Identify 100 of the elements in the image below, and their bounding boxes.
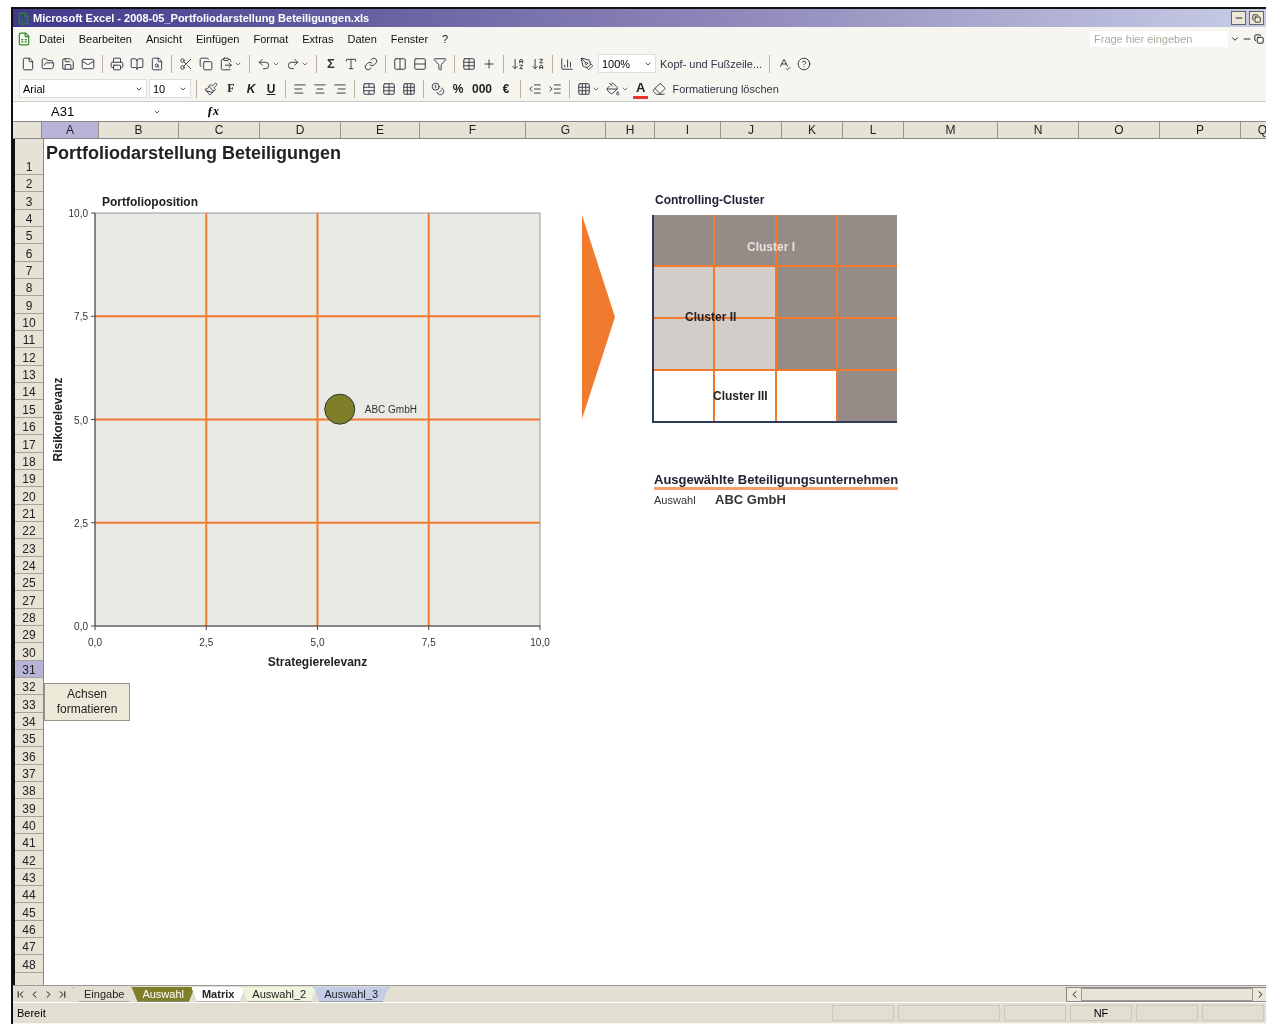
row-header[interactable]: 37 (15, 764, 43, 783)
row-header[interactable]: 13 (15, 365, 43, 384)
row-header[interactable]: 46 (15, 920, 43, 939)
menu-item[interactable]: Bearbeiten (72, 31, 138, 47)
row-header[interactable]: 18 (15, 452, 43, 470)
row-header[interactable]: 21 (15, 504, 43, 522)
row-header[interactable]: 40 (15, 816, 43, 835)
help-search-field[interactable]: Frage hier eingeben (1090, 31, 1228, 47)
menu-item[interactable]: ? (436, 31, 455, 47)
column-header[interactable]: M (904, 122, 998, 138)
menu-item[interactable]: Datei (33, 31, 71, 47)
row-header[interactable]: 3 (15, 192, 43, 210)
thousands-button[interactable]: 000 (469, 78, 496, 99)
row-header[interactable]: 5 (15, 227, 43, 245)
sheet-tab[interactable]: Auswahl_2 (241, 986, 318, 1002)
sheet-tab[interactable]: Auswahl_3 (313, 986, 389, 1002)
row-header[interactable]: 38 (15, 782, 43, 800)
row-header[interactable]: 22 (15, 521, 43, 540)
function-button[interactable]: ƒx (207, 104, 219, 119)
column-header[interactable]: Q (1241, 122, 1266, 138)
workbook-icon[interactable] (17, 32, 31, 46)
column-header[interactable]: P (1160, 122, 1241, 138)
row-header[interactable]: 20 (15, 487, 43, 505)
zoom-field[interactable]: 100% (598, 54, 656, 73)
row-header[interactable]: 9 (15, 296, 43, 314)
row-header[interactable]: 36 (15, 747, 43, 765)
column-header[interactable]: D (260, 122, 341, 138)
bold-button[interactable]: F (222, 78, 240, 99)
column-header[interactable]: G (526, 122, 606, 138)
row-header[interactable]: 42 (15, 851, 43, 869)
euro-button[interactable]: € (497, 78, 516, 99)
font-color-button[interactable]: A (633, 78, 649, 99)
row-header[interactable]: 24 (15, 556, 43, 574)
row-header[interactable]: 48 (15, 955, 43, 973)
menu-item[interactable]: Format (247, 31, 295, 47)
menu-item[interactable]: Ansicht (139, 31, 188, 47)
restore-button[interactable] (1249, 11, 1264, 25)
row-header[interactable]: 25 (15, 573, 43, 592)
header-footer-button[interactable]: Kopf- und Fußzeile... (658, 53, 765, 74)
row-header[interactable]: 28 (15, 608, 43, 626)
row-header[interactable]: 47 (15, 938, 43, 956)
row-header[interactable]: 6 (15, 244, 43, 262)
menu-item[interactable]: Fenster (384, 31, 435, 47)
row-header[interactable]: 43 (15, 868, 43, 887)
row-header[interactable]: 7 (15, 261, 43, 280)
row-header[interactable]: 41 (15, 834, 43, 852)
row-header[interactable]: 33 (15, 695, 43, 713)
row-header[interactable]: 45 (15, 903, 43, 921)
column-header[interactable]: O (1079, 122, 1160, 138)
column-header[interactable]: B (99, 122, 179, 138)
row-header[interactable]: 15 (15, 400, 43, 418)
row-header[interactable]: 8 (15, 279, 43, 297)
row-header[interactable]: 2 (15, 175, 43, 193)
column-header[interactable]: K (782, 122, 843, 138)
row-header[interactable]: 11 (15, 331, 43, 349)
row-header[interactable]: 23 (15, 539, 43, 557)
sheet-tab[interactable]: Matrix (190, 986, 246, 1002)
row-header[interactable]: 19 (15, 469, 43, 488)
row-header[interactable]: 27 (15, 591, 43, 609)
font-size-field[interactable]: 10 (149, 79, 191, 98)
row-header[interactable]: 35 (15, 730, 43, 748)
column-header[interactable]: E (341, 122, 420, 138)
menu-item[interactable]: Daten (341, 31, 383, 47)
row-header[interactable]: 14 (15, 383, 43, 401)
tick-label: 10,0 (530, 637, 550, 648)
italic-button[interactable]: K (242, 78, 260, 99)
row-header[interactable]: 12 (15, 348, 43, 366)
menu-item[interactable]: Extras (296, 31, 340, 47)
column-header[interactable]: F (420, 122, 526, 138)
column-header[interactable]: L (843, 122, 904, 138)
column-header[interactable]: A (42, 122, 99, 138)
caret-icon[interactable] (1230, 34, 1240, 44)
row-header[interactable]: 34 (15, 712, 43, 730)
minimize-button[interactable] (1231, 11, 1246, 25)
row-header[interactable]: 29 (15, 625, 43, 644)
row-header[interactable]: 44 (15, 886, 43, 904)
row-header[interactable]: 10 (15, 313, 43, 332)
format-axes-button[interactable]: Achsen formatieren (44, 683, 130, 721)
row-header[interactable]: 32 (15, 677, 43, 696)
row-header[interactable]: 30 (15, 643, 43, 661)
row-header[interactable]: 4 (15, 209, 43, 228)
column-header[interactable]: I (655, 122, 721, 138)
row-header[interactable]: 39 (15, 799, 43, 817)
column-header[interactable]: H (606, 122, 655, 138)
column-header[interactable]: J (721, 122, 782, 138)
sheet-tab[interactable]: Auswahl (131, 986, 195, 1002)
clear-format-button[interactable]: Formatierung löschen (670, 78, 781, 99)
restore-icon[interactable] (1254, 34, 1264, 44)
autosum-button[interactable]: Σ (322, 53, 340, 74)
name-box[interactable]: A31 (13, 104, 167, 119)
menu-item[interactable]: Einfügen (190, 31, 246, 47)
row-header[interactable]: 17 (15, 435, 43, 453)
row-header[interactable]: 1 (15, 139, 43, 175)
column-header[interactable]: C (179, 122, 260, 138)
row-header[interactable]: 16 (15, 417, 43, 436)
font-field[interactable]: Arial (19, 79, 147, 98)
underline-button[interactable]: U (262, 78, 280, 99)
column-header[interactable]: N (998, 122, 1079, 138)
percent-button[interactable]: % (449, 78, 467, 99)
horizontal-scrollbar[interactable] (1066, 986, 1266, 1002)
